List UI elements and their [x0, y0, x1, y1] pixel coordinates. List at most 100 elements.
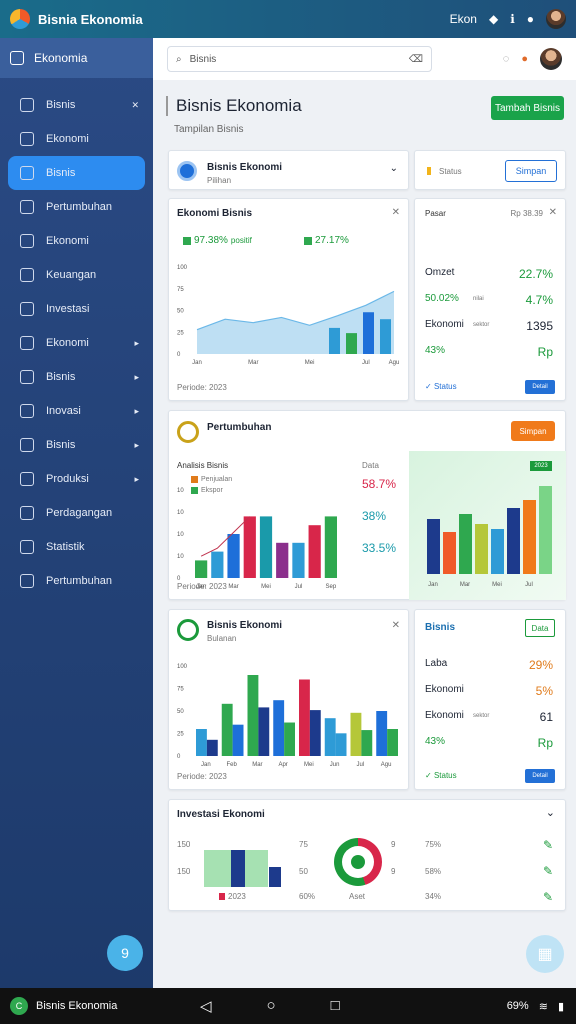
sidebar-item-label: Bisnis [46, 371, 76, 383]
notification-bell-icon[interactable]: ● [521, 53, 528, 65]
sidebar-item[interactable]: Inovasi ▸ [0, 394, 153, 428]
link-icon[interactable]: ✎ [543, 890, 553, 904]
stat-value: 4.7% [525, 293, 553, 307]
sidebar-item[interactable]: Bisnis [8, 156, 145, 190]
bar [309, 710, 321, 756]
sidebar-item-label: Pertumbuhan [46, 575, 113, 587]
user-avatar[interactable] [540, 48, 562, 70]
refresh-icon[interactable]: ◌ [503, 53, 510, 65]
link-icon[interactable]: ✎ [543, 838, 553, 852]
stat-value: 61 [539, 710, 553, 724]
chevron-down-icon[interactable]: ⌄ [546, 806, 555, 819]
back-icon[interactable]: ◁ [200, 997, 212, 1015]
detail-button[interactable]: Detail [525, 769, 555, 783]
selector-icon [177, 161, 197, 181]
home-icon[interactable]: ○ [267, 997, 276, 1015]
sidebar-item[interactable]: Bisnis ▸ [0, 428, 153, 462]
sidebar-item[interactable]: Pertumbuhan [0, 190, 153, 224]
card-title: Investasi Ekonomi [177, 809, 265, 820]
bar [308, 525, 321, 578]
data-button[interactable]: Data [525, 619, 555, 637]
chart-footer: Periode: 2023 [177, 383, 227, 392]
close-sidebar-icon[interactable]: ✕ [131, 100, 139, 111]
bar [243, 516, 256, 578]
bar [195, 560, 208, 578]
floating-action-button[interactable]: 9 [107, 935, 143, 971]
bar [380, 319, 391, 354]
y-tick-label: 10 [177, 532, 184, 538]
card-sub: Bulanan [207, 634, 237, 643]
sidebar-item[interactable]: Bisnis ✕ [0, 88, 153, 122]
search-input[interactable]: ⌕ Bisnis ⌫ [167, 46, 432, 72]
detail-button[interactable]: Detail [525, 380, 555, 394]
bar [299, 679, 310, 756]
stat-value: 22.7% [518, 267, 553, 281]
extension-icon[interactable]: ◆ [489, 12, 498, 26]
right-label: 34% [425, 892, 442, 901]
stat-label: Laba [425, 658, 448, 669]
block-chart-bar [269, 867, 281, 887]
bar [276, 542, 289, 578]
business-side-card: Bisnis Data Laba 29% Ekonomi 5% Ekonomi sekto… [414, 609, 566, 790]
sidebar-item[interactable]: Produksi ▸ [0, 462, 153, 496]
sidebar-item-label: Inovasi [46, 405, 81, 417]
info-icon[interactable]: ℹ [510, 12, 515, 26]
clear-icon[interactable]: ⌫ [409, 54, 423, 65]
recents-icon[interactable]: □ [331, 997, 340, 1015]
right-label: 75% [425, 840, 442, 849]
sidebar-item[interactable]: Keuangan [0, 258, 153, 292]
bar [491, 529, 504, 574]
close-icon[interactable]: ✕ [392, 620, 400, 631]
legend-item: Penjualan [191, 476, 232, 483]
bar [363, 312, 374, 354]
x-tick-label: Jul [295, 584, 303, 590]
sidebar-item[interactable]: Investasi [0, 292, 153, 326]
sidebar-item[interactable]: Statistik [0, 530, 153, 564]
chart-icon [20, 268, 34, 282]
sidebar-item[interactable]: Ekonomi ▸ [0, 326, 153, 360]
link-icon[interactable]: ✎ [543, 864, 553, 878]
chevron-right-icon: ▸ [134, 337, 139, 348]
sidebar-item[interactable]: Ekonomi [0, 224, 153, 258]
stat-sub: nilai [473, 296, 484, 302]
sidebar-item[interactable]: Bisnis ▸ [0, 360, 153, 394]
y-tick-label: 100 [177, 664, 188, 670]
sidebar-title: Ekonomia [34, 51, 88, 65]
mid-label: 60% [299, 892, 316, 901]
y-tick-label: 10 [177, 554, 184, 560]
sidebar-header[interactable]: Ekonomia [0, 38, 153, 78]
people-icon [20, 506, 34, 520]
sidebar-item[interactable]: Perdagangan [0, 496, 153, 530]
calendar-fab[interactable]: ▦ [526, 935, 564, 973]
sidebar-item-label: Perdagangan [46, 507, 113, 519]
save-button[interactable]: Simpan [511, 421, 555, 441]
notification-icon[interactable]: ● [527, 12, 534, 26]
add-business-button[interactable]: Tambah Bisnis [491, 96, 564, 120]
bar-chart: 100 75 50 25 0 Jan Feb Mar Apr Mei Jun Jul Agu [177, 664, 398, 768]
block-chart-bar [231, 850, 245, 887]
close-icon[interactable]: ✕ [549, 207, 557, 218]
x-tick-label: Mar [228, 584, 238, 590]
avatar[interactable] [546, 9, 566, 29]
chevron-right-icon: ▸ [134, 405, 139, 416]
growth-icon [177, 421, 199, 443]
sidebar-item[interactable]: Ekonomi [0, 122, 153, 156]
y-tick-label: 100 [177, 265, 188, 271]
legend-item-1: 97.38% positif [183, 235, 252, 246]
bar [221, 703, 233, 756]
y-tick: 150 [177, 867, 191, 876]
bar [232, 724, 244, 756]
close-icon[interactable]: ✕ [392, 207, 400, 218]
legend-swatch [304, 236, 312, 245]
donut-label: Aset [349, 892, 366, 901]
bar [376, 711, 388, 756]
chevron-down-icon[interactable]: ⌄ [390, 163, 398, 174]
x-tick-label: Mar [252, 762, 262, 768]
donut-tick: 9 [391, 867, 396, 876]
status-dot-icon [427, 167, 431, 175]
app-title: Bisnia Ekonomia [38, 11, 143, 27]
save-button[interactable]: Simpan [505, 160, 557, 182]
sidebar-item-label: Bisnis [46, 167, 76, 179]
y-tick-label: 50 [177, 709, 184, 715]
sidebar-item[interactable]: Pertumbuhan [0, 564, 153, 598]
